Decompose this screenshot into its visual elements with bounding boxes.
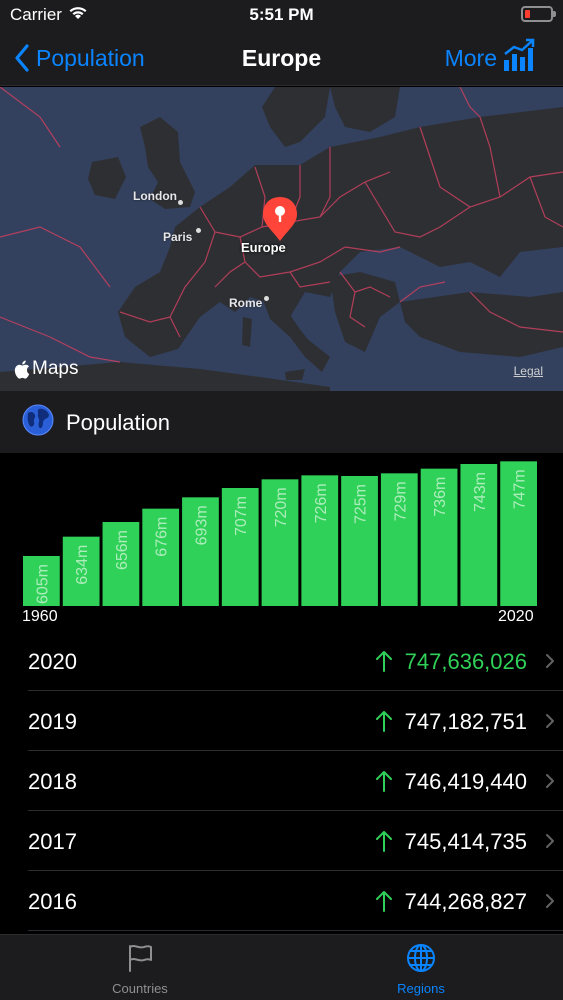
list-item[interactable]: 2018 746,419,440 (28, 751, 563, 811)
london-dot (178, 200, 183, 205)
bar-value-label: 747m (512, 469, 529, 509)
navigation-bar: Population Europe More (0, 30, 563, 86)
bar-value-label: 656m (114, 530, 131, 570)
x-axis-start-label: 1960 (22, 608, 58, 625)
tab-regions[interactable]: Regions (351, 943, 491, 996)
chevron-left-icon (15, 44, 29, 72)
apple-maps-logo: Maps (14, 358, 78, 380)
legal-link[interactable]: Legal (514, 364, 543, 378)
section-title: Population (66, 410, 170, 435)
apple-logo-icon (14, 360, 30, 379)
arrow-up-icon (375, 831, 392, 852)
list-item[interactable]: 2020 747,636,026 (28, 631, 563, 691)
bar-value-label: 693m (193, 505, 210, 545)
paris-dot (196, 228, 201, 233)
bar-value-label: 676m (154, 517, 171, 557)
row-population-value: 747,182,751 (404, 709, 527, 734)
row-year: 2017 (28, 829, 77, 854)
bar-value-label: 605m (34, 564, 51, 604)
row-population-value: 744,268,827 (404, 889, 527, 914)
bar-value-label: 725m (353, 484, 370, 524)
city-label-rome: Rome (229, 296, 263, 310)
row-year: 2018 (28, 769, 77, 794)
list-item[interactable]: 2019 747,182,751 (28, 691, 563, 751)
arrow-up-icon (375, 651, 392, 672)
chevron-right-icon (546, 894, 554, 908)
population-header: Population (0, 391, 563, 453)
x-axis-end-label: 2020 (498, 608, 534, 625)
chevron-right-icon (546, 714, 554, 728)
globe-icon (407, 944, 435, 972)
row-population-value: 745,414,735 (404, 829, 527, 854)
bar-value-label: 726m (313, 483, 330, 523)
bar-value-label: 634m (74, 545, 91, 585)
chevron-right-icon (546, 834, 554, 848)
row-population-value: 747,636,026 (404, 649, 527, 674)
clock: 5:51 PM (249, 5, 314, 24)
row-year: 2020 (28, 649, 77, 674)
maps-label: Maps (32, 358, 79, 379)
row-year: 2019 (28, 709, 77, 734)
population-bar-chart: 605m 634m 656m 676m 693m 707m 720m 726m 725m 729m… (23, 461, 537, 606)
back-button-label: Population (36, 44, 145, 71)
row-year: 2016 (28, 889, 77, 914)
globe-icon (22, 404, 54, 436)
population-chart: 605m 634m 656m 676m 693m 707m 720m 726m 725m 729m… (0, 453, 563, 631)
arrow-up-icon (375, 711, 392, 732)
population-list: 2020 747,636,026 2019 747,182,751 2018 746,41… (0, 631, 563, 931)
bar-value-label: 736m (432, 477, 449, 517)
back-button[interactable]: Population (14, 42, 145, 74)
bar-value-label: 720m (273, 487, 290, 527)
row-population-value: 746,419,440 (404, 769, 527, 794)
bar-value-label: 743m (472, 472, 489, 512)
chart-trend-icon (504, 38, 535, 71)
more-button-label: More (444, 44, 497, 71)
arrow-up-icon (375, 771, 392, 792)
list-item[interactable]: 2017 745,414,735 (28, 811, 563, 871)
rome-dot (264, 296, 269, 301)
chevron-right-icon (546, 654, 554, 668)
status-bar: Carrier 5:51 PM (0, 0, 563, 30)
map-pin-icon[interactable] (261, 195, 299, 243)
arrow-up-icon (375, 891, 392, 912)
tab-bar: Countries Regions (0, 934, 563, 1000)
city-label-london: London (133, 189, 177, 203)
city-label-paris: Paris (163, 230, 193, 244)
more-button[interactable]: More (445, 38, 535, 72)
bar-value-label: 729m (392, 481, 409, 521)
bar-value-label: 707m (233, 496, 250, 536)
pin-label: Europe (241, 240, 286, 255)
battery-icon (521, 6, 556, 22)
map-view[interactable]: London Paris Rome Europe Maps Legal (0, 87, 563, 391)
tab-regions-label: Regions (397, 981, 445, 996)
list-item[interactable]: 2016 744,268,827 (28, 871, 563, 931)
chevron-right-icon (546, 774, 554, 788)
flag-icon (129, 945, 152, 972)
tab-countries[interactable]: Countries (70, 943, 210, 996)
tab-countries-label: Countries (112, 981, 168, 996)
